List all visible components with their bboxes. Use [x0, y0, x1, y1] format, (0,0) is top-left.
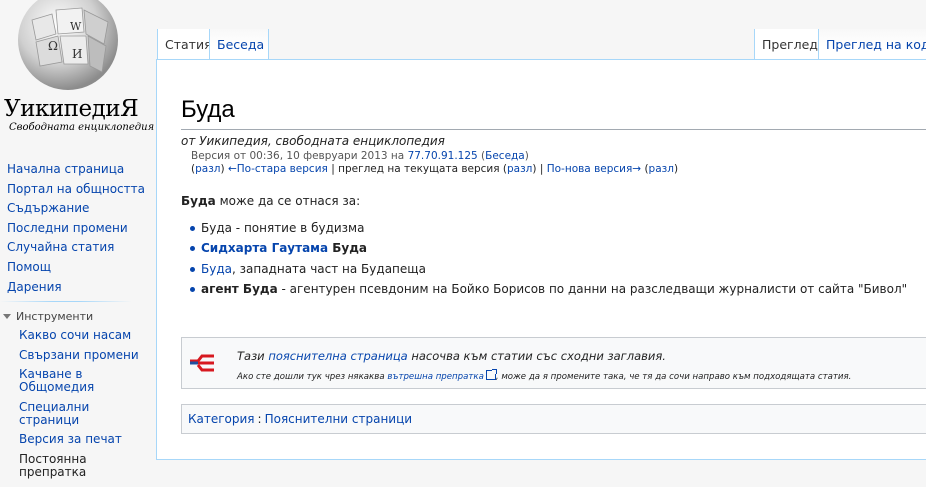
internal-link-link[interactable]: вътрешна препратка: [387, 372, 484, 382]
nav-contents[interactable]: Съдържание: [7, 199, 155, 219]
external-link-icon: [485, 369, 497, 380]
diff-link[interactable]: разл: [195, 163, 220, 175]
category-link[interactable]: Пояснителни страници: [265, 412, 413, 426]
current-version-link[interactable]: преглед на текущата версия: [338, 163, 499, 175]
tool-related-changes[interactable]: Свързани промени: [19, 348, 149, 362]
disambiguation-text: Тази пояснителна страница насочва към ст…: [237, 349, 666, 363]
tool-permanent-link[interactable]: Постоянна препратка: [19, 452, 149, 479]
disambiguation-page-link[interactable]: пояснителна страница: [268, 349, 407, 363]
tab-read[interactable]: Преглед: [754, 29, 818, 59]
revision-navigation: (разл) ←По-стара версия | преглед на тек…: [191, 163, 679, 175]
disambiguation-help: Ако сте дошли тук чрез някаква вътрешна …: [237, 369, 852, 382]
tab-view-source[interactable]: Преглед на кода: [818, 29, 926, 59]
intro-text: Буда може да се отнася за:: [181, 194, 361, 208]
page-title: Буда: [181, 96, 235, 123]
revision-info: Версия от 00:36, 10 февруари 2013 на 77.…: [191, 150, 529, 162]
tool-upload-commons[interactable]: Качване в Общомедия: [19, 368, 149, 394]
content-area: Буда от Уикипедия, свободната енциклопед…: [156, 59, 926, 460]
wikipedia-logo[interactable]: Ω W И УикипедиЯ Свободната енциклопедия: [0, 0, 155, 140]
older-version-link[interactable]: ←По-стара версия: [228, 163, 328, 175]
logo-tagline: Свободната енциклопедия: [9, 122, 155, 133]
nav-community-portal[interactable]: Портал на общността: [7, 180, 155, 200]
siddhartha-link[interactable]: Сидхарта Гаутама: [201, 241, 328, 255]
tool-special-pages[interactable]: Специални страници: [19, 400, 149, 427]
tools-list: Какво сочи насам Свързани промени Качван…: [19, 329, 149, 485]
tools-heading[interactable]: Инструменти: [3, 310, 93, 323]
list-item: агент Буда - агентурен псевдоним на Бойк…: [189, 279, 907, 299]
nav-random-article[interactable]: Случайна статия: [7, 238, 155, 258]
diff-link[interactable]: разл: [649, 163, 674, 175]
sidebar: Начална страница Портал на общността Съд…: [0, 160, 155, 478]
tool-what-links-here[interactable]: Какво сочи насам: [19, 329, 149, 342]
categories-label-link[interactable]: Категория: [188, 412, 255, 426]
diff-link[interactable]: разл: [507, 163, 532, 175]
sidebar-divider: [0, 301, 132, 302]
title-divider: [181, 129, 926, 130]
site-subtitle: от Уикипедия, свободната енциклопедия: [181, 134, 445, 148]
globe-glyph-w: W: [70, 20, 82, 33]
logo-wordmark: УикипедиЯ: [4, 96, 139, 122]
nav-recent-changes[interactable]: Последни промени: [7, 219, 155, 239]
category-links: Категория: Пояснителни страници: [181, 404, 926, 434]
collapse-triangle-icon: [3, 314, 11, 319]
disambiguation-list: Буда - понятие в будизма Сидхарта Гаутам…: [189, 218, 907, 299]
newer-version-link[interactable]: По-нова версия→: [547, 163, 641, 175]
list-item: Сидхарта Гаутама Буда: [189, 238, 907, 258]
navigation-list: Начална страница Портал на общността Съд…: [0, 160, 155, 297]
buda-link[interactable]: Буда: [201, 262, 232, 276]
nav-donate[interactable]: Дарения: [7, 278, 155, 298]
globe-glyph-omega: Ω: [48, 39, 58, 53]
nav-main-page[interactable]: Начална страница: [7, 160, 155, 180]
tab-talk[interactable]: Беседа: [209, 29, 269, 59]
list-item: Буда, западната част на Будапеща: [189, 259, 907, 279]
list-item: Буда - понятие в будизма: [189, 218, 907, 238]
nav-help[interactable]: Помощ: [7, 258, 155, 278]
revision-ip-link[interactable]: 77.70.91.125: [408, 150, 478, 162]
globe-glyph-i: И: [72, 47, 82, 61]
tab-article[interactable]: Статия: [157, 29, 212, 59]
wikipedia-globe-icon: Ω W И: [18, 0, 118, 90]
revision-talk-link[interactable]: Беседа: [485, 150, 525, 162]
disambiguation-notice: Тази пояснителна страница насочва към ст…: [181, 337, 926, 389]
tool-printable-version[interactable]: Версия за печат: [19, 433, 149, 446]
disambiguation-icon: [190, 354, 214, 372]
